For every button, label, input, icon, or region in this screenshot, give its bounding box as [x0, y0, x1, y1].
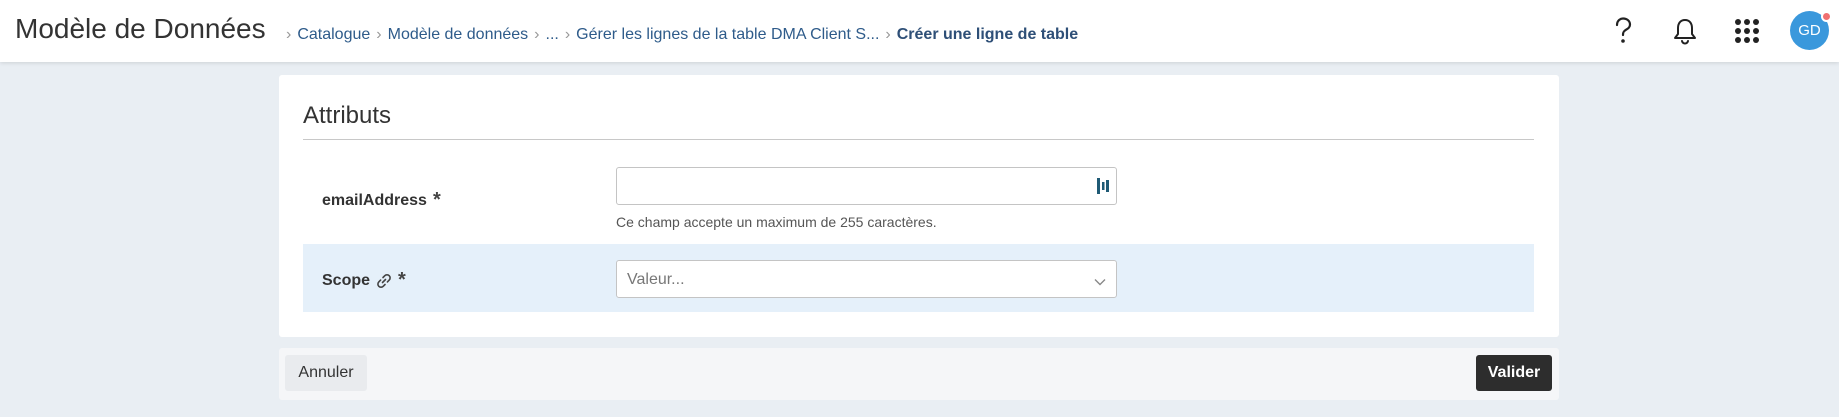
email-field-label-text: emailAddress — [322, 191, 427, 209]
email-field[interactable] — [616, 167, 1117, 205]
breadcrumb-item-catalogue[interactable]: Catalogue — [297, 26, 370, 44]
field-row-scope: Scope * Valeur... — [303, 244, 1534, 312]
required-asterisk-icon: * — [398, 269, 406, 291]
email-field-helper: Ce champ accepte un maximum de 255 carac… — [616, 214, 937, 230]
chevron-right-icon: › — [376, 26, 382, 43]
field-row-email: emailAddress * Ce champ accepte un maxim… — [303, 165, 1534, 233]
chevron-right-icon: › — [564, 26, 571, 43]
chevron-right-icon: › — [286, 26, 292, 43]
required-asterisk-icon: * — [432, 189, 441, 211]
validate-button[interactable]: Valider — [1476, 355, 1552, 391]
breadcrumb-item-current: Créer une ligne de table — [896, 26, 1079, 43]
chevron-down-icon — [1094, 274, 1106, 292]
notification-dot — [1821, 11, 1832, 22]
chevron-right-icon: › — [534, 26, 540, 43]
breadcrumb-item-manage-rows[interactable]: Gérer les lignes de la table DMA Client … — [576, 26, 879, 44]
scope-select-placeholder: Valeur... — [627, 271, 685, 288]
email-field-label: emailAddress * — [322, 189, 441, 212]
link-icon — [376, 273, 392, 289]
help-icon[interactable] — [1606, 14, 1640, 48]
apps-grid-icon[interactable] — [1730, 14, 1764, 48]
scope-field-label: Scope * — [322, 269, 406, 292]
cancel-button[interactable]: Annuler — [285, 355, 367, 391]
breadcrumb-item-data-model[interactable]: Modèle de données — [388, 26, 529, 44]
top-bar: Modèle de Données › Catalogue › Modèle d… — [0, 0, 1839, 62]
scope-field-label-text: Scope — [322, 271, 371, 289]
breadcrumb: › Catalogue › Modèle de données › ... › … — [280, 26, 1078, 44]
bell-icon[interactable] — [1668, 14, 1702, 48]
chevron-right-icon: › — [885, 26, 891, 43]
scope-select[interactable]: Valeur... — [616, 260, 1117, 298]
app-title: Modèle de Données — [15, 13, 266, 44]
section-title: Attributs — [303, 102, 392, 129]
form-actions-bar: Annuler Valider — [279, 348, 1559, 400]
breadcrumb-item-ellipsis[interactable]: ... — [546, 26, 559, 44]
section-divider — [303, 139, 1534, 140]
password-manager-icon[interactable] — [1096, 177, 1110, 200]
attributes-card: Attributs emailAddress * Ce champ accept… — [279, 75, 1559, 337]
